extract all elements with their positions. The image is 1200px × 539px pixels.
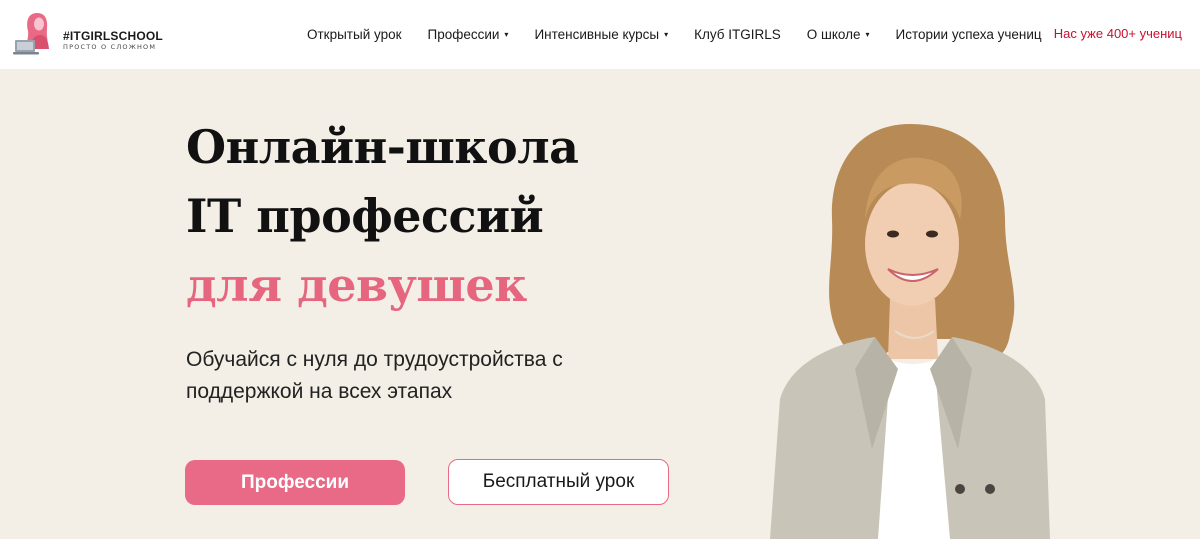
school-logo[interactable]: #ITGIRLSCHOOL ПРОСТО О СЛОЖНОМ [13,9,163,59]
hero-title: Онлайн-школа IT профессий для девушек [186,113,746,320]
hero-subtitle: Обучайся с нуля до трудоустройства с под… [186,348,563,403]
hero-section: Онлайн-школа IT профессий для девушек Об… [0,69,1200,539]
nav-item-professions[interactable]: Профессии ▾ [428,27,509,42]
hero-title-accent: для девушек [186,258,527,312]
hero-title-line: IT профессий [186,189,544,243]
nav-label: Истории успеха учениц [895,27,1042,42]
nav-label: О школе [806,27,861,42]
nav-item-success-stories[interactable]: Истории успеха учениц [896,27,1042,42]
students-count-badge: Нас уже 400+ учениц [1053,26,1182,41]
nav-label: Профессии [427,27,500,42]
nav-item-open-lesson[interactable]: Открытый урок [307,27,402,42]
nav-label: Интенсивные курсы [534,27,660,42]
caret-down-icon: ▾ [664,29,669,39]
nav-item-club[interactable]: Клуб ITGIRLS [694,27,781,42]
nav-label: Открытый урок [307,27,402,42]
site-header: #ITGIRLSCHOOL ПРОСТО О СЛОЖНОМ Открытый … [0,0,1200,69]
caret-down-icon: ▾ [865,29,870,39]
logo-wordmark: #ITGIRLSCHOOL ПРОСТО О СЛОЖНОМ [63,30,163,52]
girl-with-laptop-logo-icon [13,13,49,55]
smiling-woman-portrait [770,124,1050,539]
nav-label: Клуб ITGIRLS [694,27,781,42]
logo-tagline: ПРОСТО О СЛОЖНОМ [63,43,157,51]
nav-item-intensive-courses[interactable]: Интенсивные курсы ▾ [534,27,668,42]
caret-down-icon: ▾ [504,29,509,39]
professions-button[interactable]: Профессии [185,460,405,505]
main-nav: Открытый урок Профессии ▾ Интенсивные ку… [307,0,1068,69]
nav-item-about[interactable]: О школе ▾ [807,27,870,42]
logo-name: #ITGIRLSCHOOL [63,29,163,43]
free-lesson-button[interactable]: Бесплатный урок [448,459,669,505]
hero-title-line: Онлайн-школа [186,120,579,174]
